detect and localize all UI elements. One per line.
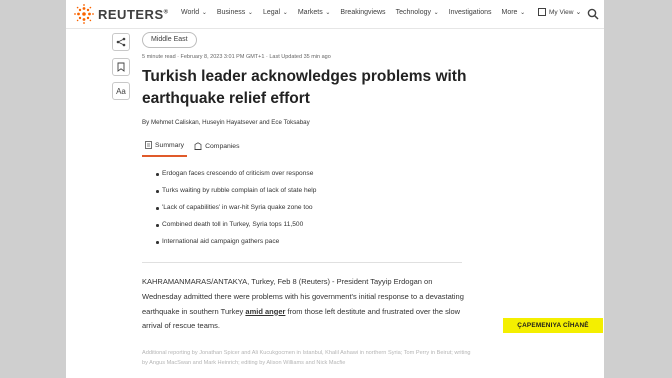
building-icon — [194, 142, 202, 150]
article-body-paragraph: KAHRAMANMARAS/ANTAKYA, Turkey, Feb 8 (Re… — [142, 275, 472, 334]
section-tag[interactable]: Middle East — [142, 32, 197, 48]
top-navigation-bar: REUTERS® World ⌄ Business ⌄ Legal ⌄ Mark… — [66, 0, 604, 29]
tab-summary-label: Summary — [155, 141, 185, 149]
article-title: Turkish leader acknowledges problems wit… — [142, 68, 467, 107]
summary-point: Turks waiting by rubble complain of lack… — [156, 185, 516, 202]
nav-item-more[interactable]: More ⌄ — [502, 9, 526, 16]
chevron-down-icon: ⌄ — [323, 10, 331, 16]
divider — [142, 262, 462, 263]
nav-item-world[interactable]: World ⌄ — [181, 9, 207, 16]
article-meta: 5 minute read · February 8, 2023 3:01 PM… — [142, 54, 331, 60]
chevron-down-icon: ⌄ — [246, 10, 253, 16]
nav-item-investigations[interactable]: Investigations — [449, 9, 492, 16]
tab-companies-label: Companies — [205, 142, 240, 150]
summary-point: Erdogan faces crescendo of criticism ove… — [156, 168, 516, 185]
summary-list: Erdogan faces crescendo of criticism ove… — [156, 168, 516, 253]
document-icon — [145, 141, 152, 149]
share-icon — [116, 37, 126, 47]
article-byline[interactable]: By Mehmet Caliskan, Huseyin Hayatsever a… — [142, 119, 310, 126]
main-menu: World ⌄ Business ⌄ Legal ⌄ Markets ⌄ Bre… — [181, 9, 535, 16]
share-button[interactable] — [112, 33, 130, 51]
my-view-button[interactable]: My View ⌄ — [538, 8, 581, 16]
logo-text: REUTERS® — [98, 6, 169, 22]
search-icon[interactable] — [587, 8, 599, 20]
tab-companies[interactable]: Companies — [191, 139, 242, 157]
chevron-down-icon: ⌄ — [281, 10, 288, 16]
amid-anger-link[interactable]: amid anger — [245, 307, 285, 316]
chevron-down-icon: ⌄ — [575, 9, 582, 16]
summary-point: Combined death toll in Turkey, Syria top… — [156, 219, 516, 236]
article-credits: Additional reporting by Jonathan Spicer … — [142, 350, 471, 366]
text-size-label: Aa — [116, 86, 126, 96]
my-view-label: My View — [549, 8, 574, 16]
summary-point: International aid campaign gathers pace — [156, 236, 516, 253]
chevron-down-icon: ⌄ — [200, 10, 207, 16]
broadcaster-watermark: ÇAPEMENIYA CÎHANÊ — [503, 318, 603, 333]
bookmark-icon — [117, 62, 125, 72]
nav-item-markets[interactable]: Markets ⌄ — [298, 9, 331, 16]
chevron-down-icon: ⌄ — [518, 10, 526, 16]
nav-item-technology[interactable]: Technology ⌄ — [396, 9, 439, 16]
nav-item-business[interactable]: Business ⌄ — [217, 9, 253, 16]
nav-item-legal[interactable]: Legal ⌄ — [263, 9, 288, 16]
summary-point: 'Lack of capabilities' in war-hit Syria … — [156, 202, 516, 219]
chevron-down-icon: ⌄ — [431, 10, 439, 16]
nav-item-breakingviews[interactable]: Breakingviews — [340, 9, 385, 16]
reuters-logo[interactable]: REUTERS® — [74, 4, 169, 24]
tab-summary[interactable]: Summary — [142, 139, 188, 157]
bookmark-button[interactable] — [112, 58, 130, 76]
reuters-logo-icon — [74, 4, 94, 24]
text-size-button[interactable]: Aa — [112, 82, 130, 100]
article-tabs: Summary Companies — [142, 139, 246, 157]
my-view-icon — [538, 8, 546, 16]
